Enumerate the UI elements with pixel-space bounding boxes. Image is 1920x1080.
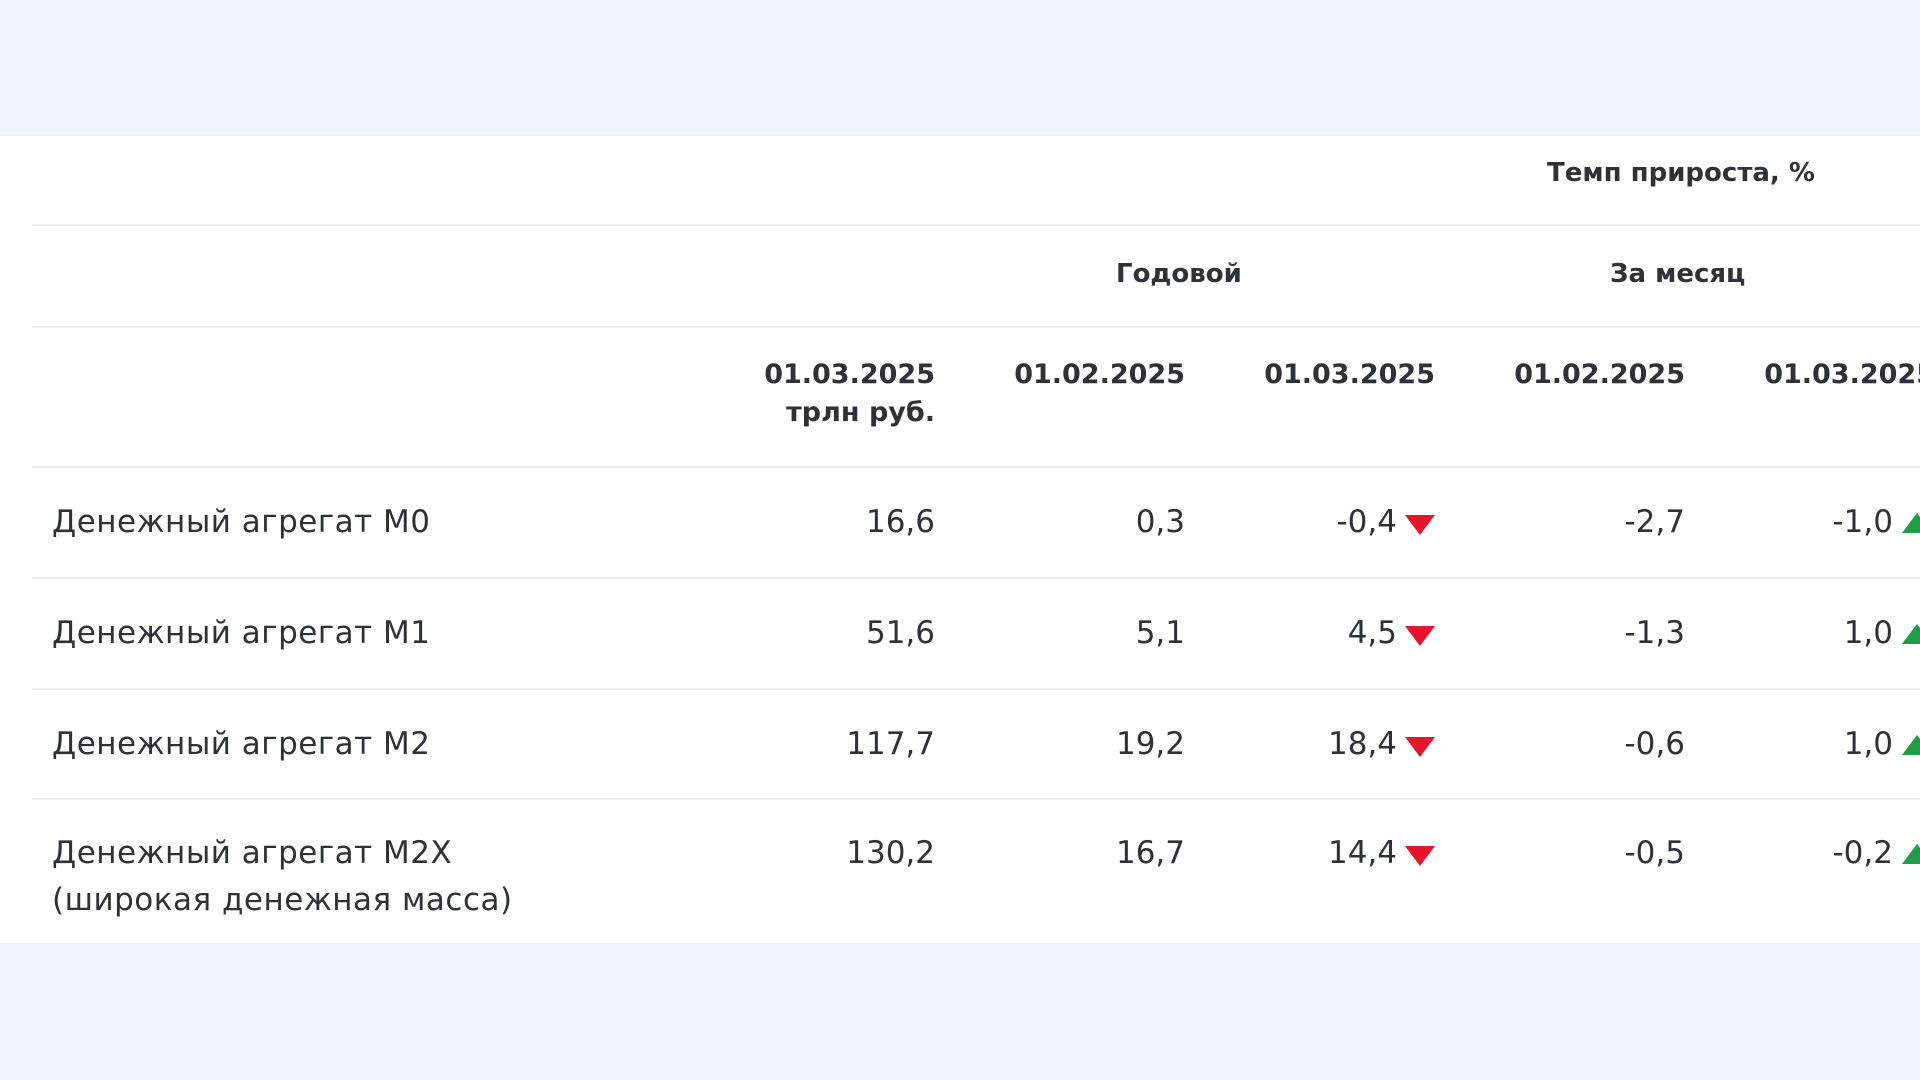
up-arrow-icon <box>1902 735 1920 755</box>
up-arrow-icon <box>1902 513 1920 533</box>
value-amount: 130,2 <box>846 835 935 871</box>
group-header-row: Темп прироста, % <box>32 136 1920 226</box>
value-monthly-current: -0,2 <box>1832 835 1894 871</box>
value-monthly-current: -1,0 <box>1832 504 1894 540</box>
value-amount: 51,6 <box>865 615 935 651</box>
table-row: Денежный агрегат М2 117,7 19,2 18,4 -0,6… <box>32 690 1920 800</box>
value-annual-current: 4,5 <box>1347 615 1397 651</box>
value-amount: 117,7 <box>846 726 935 762</box>
row-label: Денежный агрегат М2 <box>52 726 431 762</box>
row-label: Денежный агрегат М2Х <box>52 835 453 871</box>
growth-rate-header: Темп прироста, % <box>1547 158 1815 188</box>
table-row: Денежный агрегат М0 16,6 0,3 -0,4 -2,7 -… <box>32 468 1920 579</box>
down-arrow-icon <box>1405 626 1435 646</box>
value-annual-current: 18,4 <box>1327 726 1397 762</box>
annual-header: Годовой <box>1116 259 1242 289</box>
column-header-amount: 01.03.2025 трлн руб. <box>764 356 935 432</box>
value-annual-prev: 16,7 <box>1115 835 1185 871</box>
column-header-annual-prev: 01.02.2025 <box>1014 359 1185 390</box>
column-header-monthly-prev: 01.02.2025 <box>1514 359 1685 390</box>
up-arrow-icon <box>1902 844 1920 864</box>
down-arrow-icon <box>1405 515 1435 535</box>
table-row: Денежный агрегат М1 51,6 5,1 4,5 -1,3 1,… <box>32 579 1920 690</box>
value-monthly-prev: -0,5 <box>1624 835 1686 871</box>
date-header-row: 01.03.2025 трлн руб. 01.02.2025 01.03.20… <box>32 328 1920 468</box>
column-header-amount-unit: трлн руб. <box>786 397 935 428</box>
column-header-monthly-current: 01.03.2025 <box>1764 359 1920 390</box>
money-aggregates-table: Темп прироста, % Годовой За месяц 01.03.… <box>0 136 1920 943</box>
row-label-note: (широкая денежная масса) <box>52 882 513 918</box>
row-label: Денежный агрегат М1 <box>52 615 431 651</box>
monthly-header: За месяц <box>1610 259 1746 289</box>
down-arrow-icon <box>1405 846 1435 866</box>
value-annual-current: -0,4 <box>1336 504 1398 540</box>
value-annual-prev: 19,2 <box>1115 726 1185 762</box>
value-monthly-prev: -1,3 <box>1624 615 1686 651</box>
value-annual-current: 14,4 <box>1327 835 1397 871</box>
value-monthly-prev: -0,6 <box>1624 726 1686 762</box>
value-annual-prev: 5,1 <box>1135 615 1185 651</box>
value-monthly-current: 1,0 <box>1843 615 1893 651</box>
column-header-annual-current: 01.03.2025 <box>1264 359 1435 390</box>
value-monthly-current: 1,0 <box>1843 726 1893 762</box>
up-arrow-icon <box>1902 624 1920 644</box>
column-header-amount-date: 01.03.2025 <box>764 359 935 390</box>
value-monthly-prev: -2,7 <box>1624 504 1686 540</box>
sub-header-row: Годовой За месяц <box>32 226 1920 328</box>
value-amount: 16,6 <box>865 504 935 540</box>
value-annual-prev: 0,3 <box>1135 504 1185 540</box>
table-row: Денежный агрегат М2Х (широкая денежная м… <box>32 800 1920 943</box>
row-label: Денежный агрегат М0 <box>52 504 431 540</box>
down-arrow-icon <box>1405 737 1435 757</box>
